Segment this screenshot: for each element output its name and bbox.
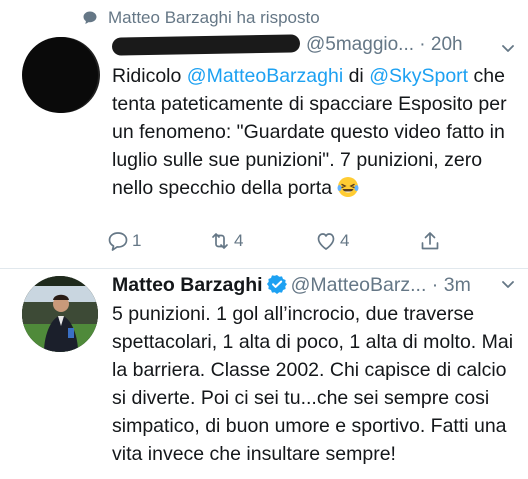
retweet-count: 4 <box>234 231 244 250</box>
reply-count: 1 <box>132 231 142 250</box>
tweet-header: @5maggio... · 20h <box>112 34 522 58</box>
reply-icon <box>108 232 128 251</box>
chevron-down-icon[interactable] <box>500 276 516 292</box>
reply-context-text: Matteo Barzaghi ha risposto <box>108 8 320 27</box>
handle[interactable]: @5maggio... <box>306 34 414 55</box>
like-count: 4 <box>340 231 350 250</box>
display-name[interactable]: Matteo Barzaghi <box>112 274 263 296</box>
verified-badge-icon <box>266 275 287 294</box>
reply-bubble-icon <box>83 11 97 24</box>
profile-photo <box>22 276 98 352</box>
retweet-button[interactable]: 4 <box>208 229 243 253</box>
avatar[interactable] <box>22 37 98 113</box>
timestamp[interactable]: 3m <box>444 274 471 296</box>
retweet-icon <box>212 233 228 249</box>
reply-button[interactable]: 1 <box>106 229 141 253</box>
tweet-text: 5 punizioni. 1 gol all’incrocio, due tra… <box>112 303 514 465</box>
heart-icon <box>317 233 335 250</box>
like-button[interactable]: 4 <box>314 229 349 253</box>
avatar[interactable] <box>22 276 98 352</box>
tweet-actions: 1 4 4 <box>106 229 439 259</box>
share-icon <box>421 232 439 250</box>
tweet-text: Ridicolo @MatteoBarzaghi di @SkySport ch… <box>112 65 507 199</box>
chevron-down-icon[interactable] <box>500 40 516 56</box>
divider <box>0 268 528 269</box>
mention-link[interactable]: @SkySport <box>369 65 468 87</box>
redacted-name <box>112 34 301 56</box>
mention-link[interactable]: @MatteoBarzaghi <box>187 65 343 87</box>
laughing-tears-emoji-icon <box>337 177 359 197</box>
reply-context: Matteo Barzaghi ha risposto <box>82 8 320 28</box>
tweet-header: Matteo Barzaghi @MatteoBarz... · 3m <box>112 274 522 300</box>
separator-dot: · <box>426 274 444 296</box>
separator-dot: · <box>419 34 431 55</box>
timestamp[interactable]: 20h <box>431 34 463 55</box>
handle[interactable]: @MatteoBarz... <box>291 274 427 296</box>
share-button[interactable] <box>418 229 442 253</box>
